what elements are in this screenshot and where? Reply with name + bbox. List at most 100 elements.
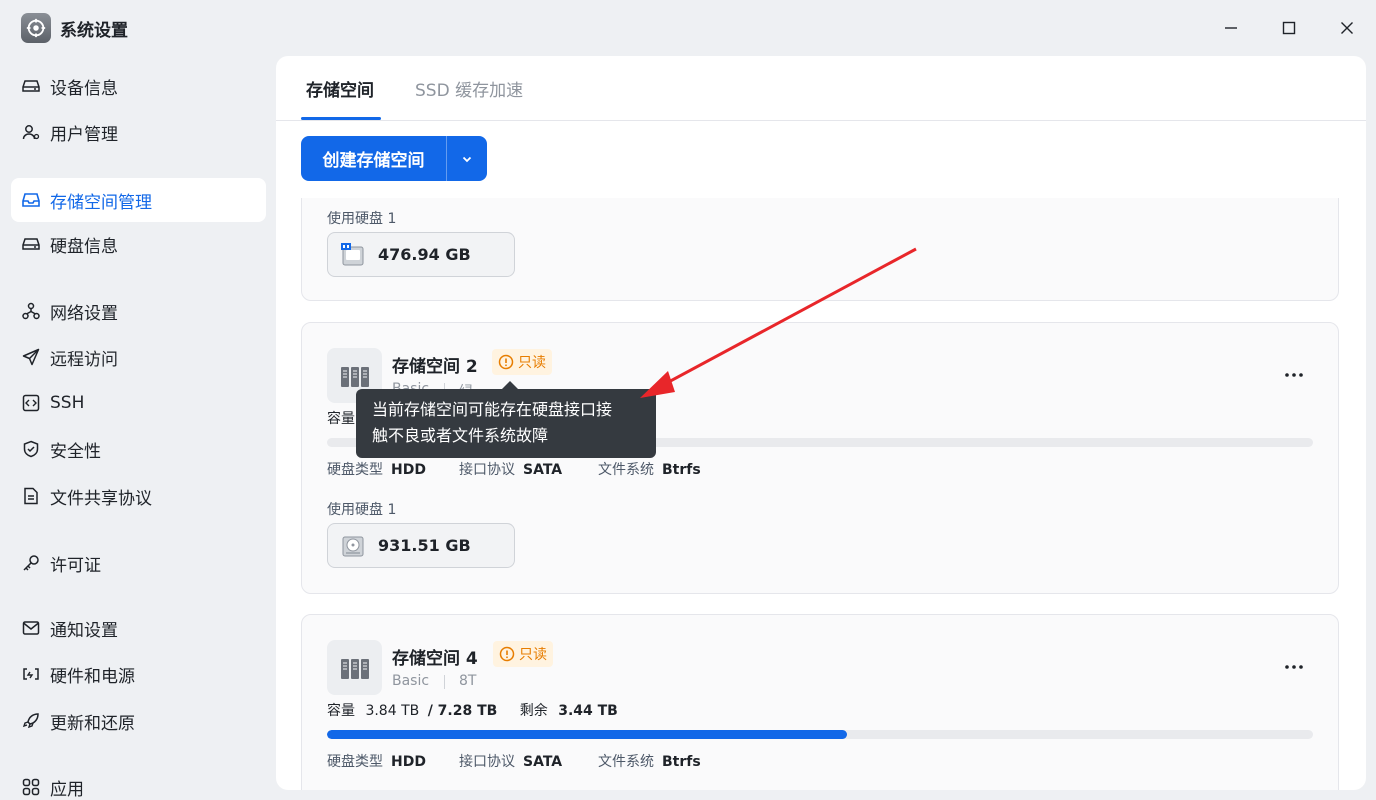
more-options-button[interactable]	[1282, 363, 1306, 387]
tooltip-line: 触不良或者文件系统故障	[372, 426, 549, 445]
code-icon	[22, 394, 40, 412]
read-only-tooltip: 当前存储空间可能存在硬盘接口接 触不良或者文件系统故障	[356, 389, 656, 458]
ssd-icon	[340, 242, 366, 268]
sidebar-item-device-info[interactable]: 设备信息	[11, 64, 266, 108]
used-disks-label: 使用硬盘 1	[327, 502, 397, 518]
chevron-down-icon	[462, 156, 472, 162]
capacity-row: 容量 3.84 TB / 7.28 TB 剩余 3.44 TB	[327, 700, 618, 720]
storage-card: 使用硬盘 1 476.94 GB	[301, 198, 1339, 301]
capacity-bar	[327, 730, 1313, 739]
close-icon	[1341, 22, 1353, 34]
plug-icon	[22, 665, 40, 683]
close-button[interactable]	[1333, 14, 1361, 42]
disk-chip[interactable]: 931.51 GB	[327, 523, 515, 568]
sidebar-item-storage-management[interactable]: 存储空间管理	[11, 178, 266, 222]
storage-list[interactable]: 使用硬盘 1 476.94 GB 存储空间 2 只读 Basic 绿 容量	[276, 198, 1366, 790]
sidebar-item-label: SSH	[50, 393, 85, 413]
sidebar-item-label: 远程访问	[50, 349, 118, 370]
disk-type: 硬盘类型 HDD	[327, 462, 426, 478]
warning-icon	[499, 646, 515, 662]
sidebar-item-label: 通知设置	[50, 620, 118, 641]
badge-label: 只读	[519, 647, 547, 663]
sidebar-item-label: 应用	[50, 779, 84, 800]
storage-name: 存储空间 2	[392, 357, 478, 377]
window-title: 系统设置	[60, 21, 128, 41]
user-icon	[22, 123, 40, 141]
sidebar-item-label: 硬件和电源	[50, 666, 135, 687]
more-horizontal-icon	[1285, 665, 1303, 669]
apps-icon	[22, 778, 40, 796]
sidebar-item-network[interactable]: 网络设置	[11, 289, 266, 333]
tab-bar: 存储空间 SSD 缓存加速	[276, 56, 1366, 121]
read-only-badge[interactable]: 只读	[493, 641, 553, 667]
interface-protocol: 接口协议 SATA	[459, 462, 563, 478]
file-system: 文件系统 Btrfs	[598, 754, 701, 770]
key-icon	[22, 554, 40, 572]
warning-icon	[498, 354, 514, 370]
meta-divider	[444, 675, 445, 689]
read-only-badge[interactable]: 只读	[492, 349, 552, 375]
send-icon	[22, 348, 40, 366]
sidebar-item-label: 文件共享协议	[50, 488, 152, 509]
storage-pool-icon	[327, 640, 382, 695]
file-icon	[22, 487, 40, 505]
badge-label: 只读	[518, 355, 546, 371]
sidebar-item-ssh[interactable]: SSH	[11, 381, 266, 425]
active-tab-indicator	[301, 117, 381, 120]
maximize-button[interactable]	[1275, 14, 1303, 42]
tooltip-arrow	[502, 381, 518, 389]
sidebar-item-remote-access[interactable]: 远程访问	[11, 335, 266, 379]
storage-name: 存储空间 4	[392, 649, 478, 669]
maximize-icon	[1282, 21, 1296, 35]
capacity-used: 3.84 TB	[365, 703, 420, 719]
shield-icon	[22, 440, 40, 458]
capacity-row: 容量	[327, 408, 355, 428]
sidebar-item-license[interactable]: 许可证	[11, 541, 266, 585]
storage-size: 8T	[459, 673, 477, 689]
inbox-icon	[22, 191, 40, 209]
tooltip-line: 当前存储空间可能存在硬盘接口接	[372, 400, 613, 419]
sidebar-item-file-sharing[interactable]: 文件共享协议	[11, 474, 266, 518]
capacity-bar-fill	[327, 730, 847, 739]
sidebar-item-apps[interactable]: 应用	[11, 765, 266, 800]
sidebar: 设备信息 用户管理 存储空间管理 硬盘信息 网络设置 远程访问 SSH 安全性 …	[0, 56, 276, 800]
sidebar-item-label: 硬盘信息	[50, 236, 118, 257]
minimize-button[interactable]	[1217, 14, 1245, 42]
mail-icon	[22, 619, 40, 637]
disk-chip[interactable]: 476.94 GB	[327, 232, 515, 277]
remaining-label: 剩余	[519, 703, 548, 719]
capacity-label: 容量	[327, 411, 355, 427]
remaining-value: 3.44 TB	[558, 703, 618, 719]
title-bar: 系统设置	[0, 0, 1376, 56]
sidebar-item-label: 存储空间管理	[50, 192, 152, 213]
drive-icon	[22, 77, 40, 95]
storage-type: Basic	[392, 673, 430, 689]
create-storage-dropdown-button[interactable]	[447, 136, 487, 181]
sidebar-item-label: 设备信息	[50, 78, 118, 99]
sidebar-item-label: 用户管理	[50, 124, 118, 145]
disk-type: 硬盘类型 HDD	[327, 754, 426, 770]
sidebar-item-label: 更新和还原	[50, 713, 135, 734]
sidebar-item-label: 安全性	[50, 441, 101, 462]
create-storage-button[interactable]: 创建存储空间	[301, 136, 447, 181]
rocket-icon	[22, 712, 40, 730]
sidebar-item-label: 许可证	[50, 555, 101, 576]
tab-storage[interactable]: 存储空间	[306, 76, 374, 101]
sidebar-item-disk-info[interactable]: 硬盘信息	[11, 222, 266, 266]
sidebar-item-hardware-power[interactable]: 硬件和电源	[11, 652, 266, 696]
used-disks-label: 使用硬盘 1	[327, 211, 397, 227]
sidebar-item-label: 网络设置	[50, 303, 118, 324]
more-horizontal-icon	[1285, 373, 1303, 377]
more-options-button[interactable]	[1282, 655, 1306, 679]
sidebar-item-notifications[interactable]: 通知设置	[11, 606, 266, 650]
hdd-icon	[340, 533, 366, 559]
sidebar-item-security[interactable]: 安全性	[11, 427, 266, 471]
sidebar-item-user-management[interactable]: 用户管理	[11, 110, 266, 154]
storage-card: 存储空间 2 只读 Basic 绿 容量 硬盘类型HDD 接口协议SATA 文件…	[301, 322, 1339, 594]
file-system: 文件系统 Btrfs	[598, 462, 701, 478]
sidebar-item-update-restore[interactable]: 更新和还原	[11, 699, 266, 743]
tab-ssd-cache[interactable]: SSD 缓存加速	[415, 76, 523, 101]
minimize-icon	[1225, 27, 1237, 29]
disk-size: 931.51 GB	[378, 536, 471, 555]
drive-icon	[22, 235, 40, 253]
